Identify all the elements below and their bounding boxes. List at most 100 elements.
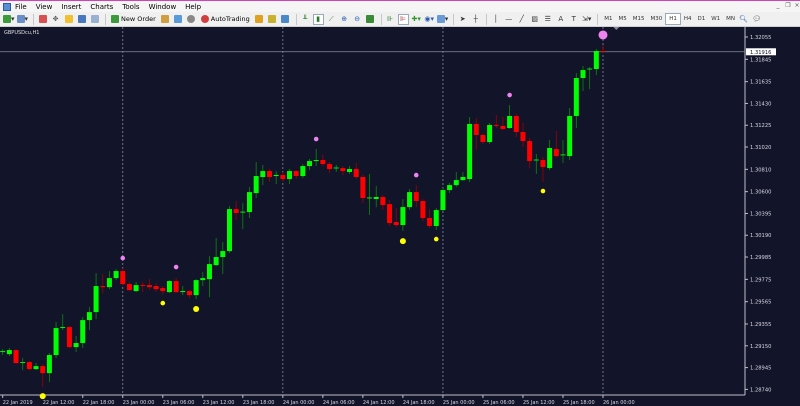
candle-bull: [73, 343, 79, 348]
timeframe-m1[interactable]: M1: [601, 14, 615, 24]
cursor-button[interactable]: ➤: [457, 14, 468, 25]
menu-view[interactable]: View: [36, 3, 53, 11]
candle-bull: [560, 154, 566, 156]
text-label-button[interactable]: T: [568, 14, 579, 25]
chart-shift-button[interactable]: ⊫: [397, 13, 409, 25]
profiles-button[interactable]: ▾: [16, 14, 28, 25]
candle-bear: [233, 209, 239, 214]
menu-file[interactable]: File: [15, 3, 27, 11]
candlestick-button[interactable]: ▮: [312, 13, 324, 25]
time-tick-label: 23 Jan 18:00: [243, 400, 275, 406]
restore-icon[interactable]: ❐: [784, 2, 792, 9]
candle-bear: [493, 125, 499, 126]
time-tick-label: 26 Jan 00:00: [603, 400, 635, 406]
candle-bear: [553, 149, 559, 157]
price-tick-label: 1.31225: [750, 123, 771, 129]
periods-button[interactable]: ◉▾: [424, 14, 435, 25]
strategy-tester-button[interactable]: [89, 14, 100, 25]
candle-bull: [567, 115, 573, 157]
vertical-line-button[interactable]: │: [490, 14, 501, 25]
data-window-button[interactable]: ✥: [50, 14, 61, 25]
market-watch-button[interactable]: [37, 14, 48, 25]
close-icon[interactable]: ×: [793, 2, 800, 9]
timeframe-m5[interactable]: M5: [615, 14, 629, 24]
candle-bear: [120, 271, 126, 285]
new-order-label: New Order: [121, 15, 156, 23]
price-tick-label: 1.31845: [750, 57, 771, 63]
terminal-button[interactable]: [76, 14, 87, 25]
price-tick-label: 1.31635: [750, 80, 771, 86]
separator: [380, 13, 382, 25]
candle-bear: [186, 291, 192, 296]
auto-scroll-button[interactable]: ⊪: [385, 14, 396, 25]
candle-bull: [367, 197, 373, 199]
navigator-button[interactable]: [63, 14, 74, 25]
calculator-icon: [255, 15, 264, 23]
candle-bear: [327, 164, 333, 170]
candle-bear: [500, 125, 506, 129]
menu-help[interactable]: Help: [185, 3, 201, 11]
line-chart-button[interactable]: ⟋: [326, 14, 337, 25]
strategy-tester-icon: [90, 15, 99, 23]
toolbar: ▾ ▾ ✥ New Order AutoTrading ╨ ▮ ⟋ ⊕ ⊖ ⊪ …: [0, 12, 800, 27]
indicators-button[interactable]: ✚▾: [411, 14, 422, 25]
trendline-button[interactable]: ╱: [516, 14, 527, 25]
yellow-signal-marker: [193, 306, 200, 313]
menu-tools[interactable]: Tools: [122, 3, 139, 11]
candle-bull: [487, 125, 493, 143]
candle-bull: [33, 366, 39, 370]
yellow-signal-marker: [39, 393, 46, 400]
time-tick-label: 23 Jan 00:00: [123, 400, 155, 406]
crosshair-button[interactable]: ┼: [470, 14, 481, 25]
horizontal-line-button[interactable]: —: [503, 14, 514, 25]
window-button[interactable]: [280, 14, 291, 25]
new-chart-button[interactable]: ▾: [3, 14, 15, 25]
current-price-label: 1.31916: [750, 50, 771, 56]
candle-bear: [173, 281, 179, 293]
candle-bull: [533, 159, 539, 161]
candle-bull: [93, 286, 99, 313]
price-chart[interactable]: 1.32055 1.31845 1.31635 1.31430 1.31225 1.310…: [0, 27, 800, 406]
minimize-icon[interactable]: _: [774, 2, 782, 9]
candle-bull: [6, 350, 12, 355]
calculator-button[interactable]: [254, 14, 265, 25]
arrows-button[interactable]: ⇲▾: [581, 14, 592, 25]
templates-button[interactable]: ▾: [436, 14, 448, 25]
menu-insert[interactable]: Insert: [61, 3, 81, 11]
new-order-button[interactable]: New Order: [109, 14, 158, 25]
autotrading-button[interactable]: AutoTrading: [199, 14, 252, 25]
channel-button[interactable]: ▨: [529, 14, 540, 25]
candle-bear: [353, 169, 359, 177]
market-button[interactable]: [186, 14, 197, 25]
timeframe-m30[interactable]: M30: [647, 14, 665, 24]
time-tick-label: 25 Jan 06:00: [483, 400, 515, 406]
candle-bull: [273, 174, 279, 177]
menu-charts[interactable]: Charts: [90, 3, 113, 11]
bar-chart-button[interactable]: ╨: [300, 14, 311, 25]
timeframe-m15[interactable]: M15: [630, 14, 648, 24]
text-button[interactable]: A: [555, 14, 566, 25]
time-tick-label: 24 Jan 12:00: [363, 400, 395, 406]
price-tick-label: 1.29775: [750, 277, 771, 283]
candle-bull: [0, 351, 6, 353]
timeframe-mn[interactable]: MN: [723, 14, 738, 24]
search-button[interactable]: 🔍︎: [738, 14, 749, 25]
timeframe-w1[interactable]: W1: [708, 14, 723, 24]
pink-signal-marker: [173, 264, 179, 270]
fibonacci-button[interactable]: ☰: [542, 14, 553, 25]
experts-button[interactable]: [267, 14, 278, 25]
tile-windows-button[interactable]: [365, 14, 376, 25]
timeframe-h1[interactable]: H1: [665, 13, 681, 25]
signals-button[interactable]: [173, 14, 184, 25]
zoom-in-button[interactable]: ⊕: [339, 14, 350, 25]
zoom-out-button[interactable]: ⊖: [352, 14, 363, 25]
yellow-signal-marker: [540, 188, 546, 194]
menu-window[interactable]: Window: [149, 3, 177, 11]
timeframe-h4[interactable]: H4: [681, 14, 695, 24]
candle-bull: [313, 159, 319, 162]
candle-bull: [53, 328, 59, 356]
candle-bull: [240, 211, 246, 213]
metaeditor-button[interactable]: [160, 14, 171, 25]
timeframe-d1[interactable]: D1: [695, 14, 709, 24]
chat-button[interactable]: 💬︎: [751, 14, 762, 25]
